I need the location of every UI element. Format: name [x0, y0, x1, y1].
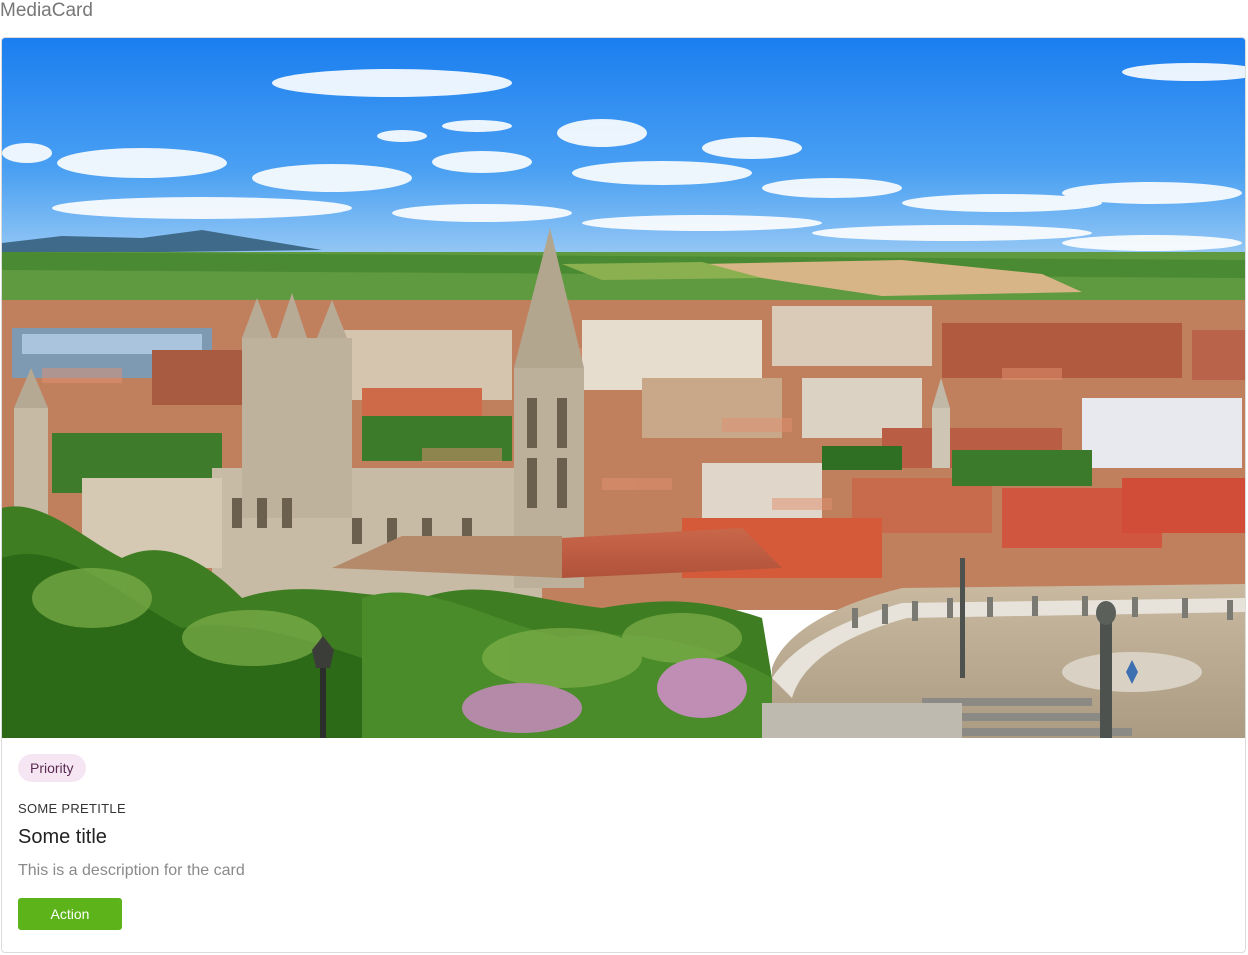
card-media-image — [2, 38, 1245, 738]
card-body: Priority SOME PRETITLE Some title This i… — [18, 754, 1229, 930]
media-card: Priority SOME PRETITLE Some title This i… — [1, 37, 1246, 953]
priority-badge: Priority — [18, 754, 86, 782]
card-title: Some title — [18, 826, 107, 848]
action-button[interactable]: Action — [18, 898, 122, 930]
card-pretitle: SOME PRETITLE — [18, 801, 126, 816]
card-description: This is a description for the card — [18, 862, 245, 879]
page-heading: MediaCard — [0, 0, 93, 21]
